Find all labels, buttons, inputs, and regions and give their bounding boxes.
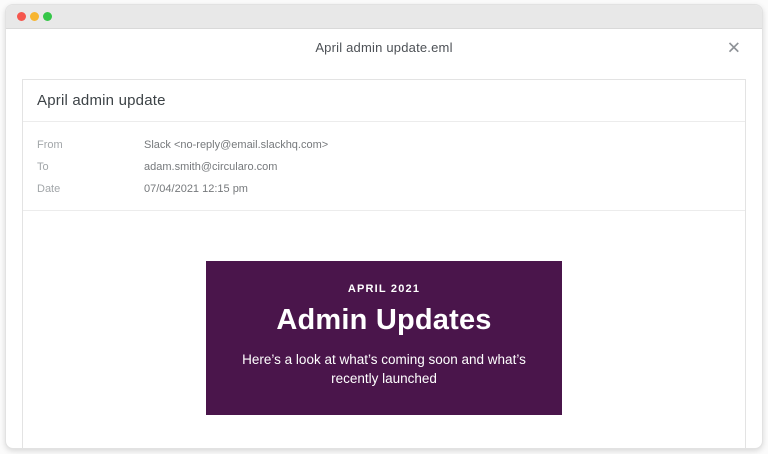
banner-subtitle: Here’s a look at what’s coming soon and … [232,350,537,388]
traffic-light-close-icon[interactable] [17,12,26,21]
email-subject-header: April admin update [23,80,745,122]
traffic-light-zoom-icon[interactable] [43,12,52,21]
email-banner: APRIL 2021 Admin Updates Here’s a look a… [206,261,562,415]
meta-row-to: To adam.smith@circularo.com [37,156,731,178]
traffic-light-minimize-icon[interactable] [30,12,39,21]
window-titlebar [6,5,762,29]
email-content-box: April admin update From Slack <no-reply@… [22,79,746,449]
email-viewer-window: April admin update.eml ✕ April admin upd… [5,4,763,449]
banner-kicker: APRIL 2021 [206,283,562,295]
from-value: Slack <no-reply@email.slackhq.com> [144,134,328,156]
date-label: Date [37,178,144,200]
from-label: From [37,134,144,156]
meta-row-date: Date 07/04/2021 12:15 pm [37,178,731,200]
close-icon[interactable]: ✕ [727,39,741,56]
to-value: adam.smith@circularo.com [144,156,277,178]
email-body: APRIL 2021 Admin Updates Here’s a look a… [23,211,745,415]
email-meta-section: From Slack <no-reply@email.slackhq.com> … [23,122,745,211]
meta-row-from: From Slack <no-reply@email.slackhq.com> [37,134,731,156]
date-value: 07/04/2021 12:15 pm [144,178,248,200]
banner-headline: Admin Updates [206,304,562,337]
document-title: April admin update.eml [315,40,452,55]
document-title-row: April admin update.eml ✕ [6,29,762,66]
email-subject: April admin update [37,92,166,109]
to-label: To [37,156,144,178]
